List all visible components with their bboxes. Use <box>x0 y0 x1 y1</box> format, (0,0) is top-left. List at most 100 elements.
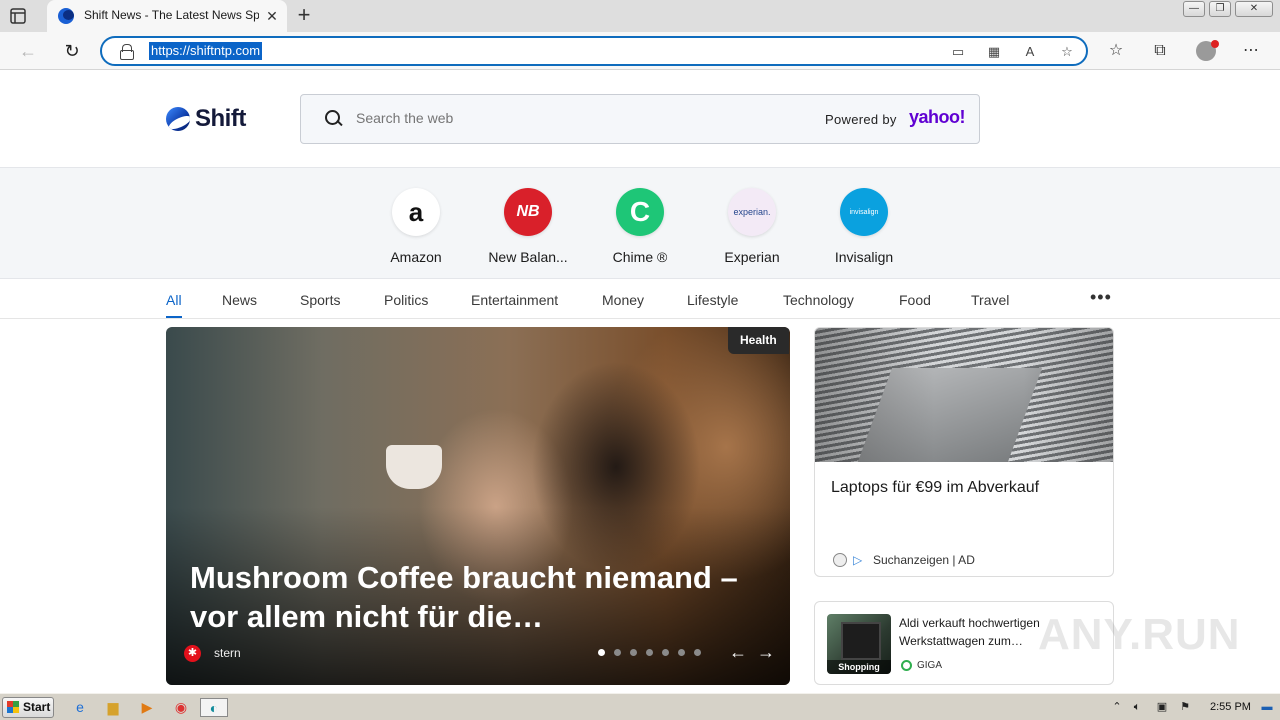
hero-category-badge[interactable]: Health <box>728 327 789 354</box>
carousel-dot[interactable] <box>694 649 701 656</box>
network-icon[interactable]: ▣ <box>1155 700 1169 714</box>
quick-links: a Amazon NB New Balan... C Chime ® exper… <box>0 167 1280 279</box>
add-favorite-icon[interactable]: ☆ <box>1057 42 1077 62</box>
back-icon[interactable]: ← <box>17 40 39 62</box>
quicklink-experian[interactable]: experian. Experian <box>696 168 808 280</box>
browser-tab[interactable]: Shift News - The Latest News Spo ✕ <box>47 0 287 32</box>
address-bar[interactable]: https://shiftntp.com ▭ ▦ A ☆ <box>100 36 1088 66</box>
logo-text: Shift <box>195 105 246 132</box>
ad-choices-icon[interactable]: ▷ <box>853 553 867 567</box>
quicklink-label: Experian <box>724 249 780 265</box>
amazon-icon: a <box>392 188 440 236</box>
read-aloud-icon[interactable]: A <box>1020 42 1040 62</box>
hero-source: stern <box>214 646 241 660</box>
ad-source-icon <box>833 553 847 567</box>
profile-avatar[interactable] <box>1196 40 1219 61</box>
tab-actions-icon[interactable] <box>8 6 28 26</box>
refresh-icon[interactable]: ↻ <box>61 40 83 62</box>
action-center-flag-icon[interactable]: ⚑ <box>1178 700 1192 714</box>
taskbar-clock[interactable]: 2:55 PM <box>1210 701 1251 713</box>
carousel-next-icon[interactable]: → <box>756 642 776 662</box>
tab-news[interactable]: News <box>222 292 257 308</box>
chrome-icon[interactable]: ◉ <box>171 698 191 717</box>
new-tab-button[interactable]: + <box>293 4 315 27</box>
tab-title: Shift News - The Latest News Spo <box>84 8 259 22</box>
ad-card[interactable]: Laptops für €99 im Abverkauf ▷ Suchanzei… <box>814 327 1114 577</box>
favorites-icon[interactable]: ☆ <box>1105 40 1127 62</box>
internet-explorer-icon[interactable]: e <box>70 698 90 717</box>
active-tab-underline <box>166 316 182 318</box>
hero-card[interactable]: Health Mushroom Coffee braucht niemand –… <box>166 327 790 685</box>
ad-image[interactable] <box>815 328 1113 462</box>
shift-favicon-icon <box>58 8 74 24</box>
start-label: Start <box>23 700 51 714</box>
quicklink-label: New Balan... <box>488 249 568 265</box>
close-window-button[interactable]: ✕ <box>1235 1 1273 17</box>
more-categories-icon[interactable]: ••• <box>1090 288 1114 308</box>
carousel-dot[interactable] <box>678 649 685 656</box>
quicklink-label: Amazon <box>390 249 442 265</box>
quicklink-label: Chime ® <box>612 249 668 265</box>
show-desktop-icon[interactable]: ▬ <box>1260 700 1274 714</box>
browser-toolbar: ← ↻ https://shiftntp.com ▭ ▦ A ☆ ☆ ⧉ ⋯ <box>0 32 1280 70</box>
tab-travel[interactable]: Travel <box>971 292 1009 308</box>
yahoo-logo: yahoo! <box>909 107 966 127</box>
stern-logo-icon: ✱ <box>184 645 201 662</box>
tab-all[interactable]: All <box>166 292 182 308</box>
tab-food[interactable]: Food <box>899 292 931 308</box>
experian-icon: experian. <box>728 188 776 236</box>
powered-by-label: Powered by <box>825 112 897 127</box>
search-box[interactable]: Powered by yahoo! <box>300 94 980 144</box>
collections-icon[interactable]: ⧉ <box>1149 40 1171 62</box>
qr-code-icon[interactable]: ▦ <box>984 42 1004 62</box>
news-card-image[interactable]: Shopping <box>827 614 891 674</box>
tab-entertainment[interactable]: Entertainment <box>471 292 558 308</box>
edge-icon[interactable]: ◐ <box>200 698 228 717</box>
carousel-dot[interactable] <box>614 649 621 656</box>
start-button[interactable]: Start <box>2 697 54 718</box>
giga-logo-icon <box>901 660 912 671</box>
carousel-prev-icon[interactable]: ← <box>728 642 748 662</box>
hero-title[interactable]: Mushroom Coffee braucht niemand – vor al… <box>190 558 750 636</box>
tab-technology[interactable]: Technology <box>783 292 854 308</box>
ad-title[interactable]: Laptops für €99 im Abverkauf <box>831 479 1039 497</box>
shift-logo-icon <box>166 107 190 131</box>
news-card-badge: Shopping <box>827 660 891 674</box>
quicklink-invisalign[interactable]: invisalign Invisalign <box>808 168 920 280</box>
restore-button[interactable]: ❐ <box>1209 1 1231 17</box>
hero-image-cup <box>386 445 442 489</box>
news-card-source: GIGA <box>917 660 943 671</box>
quicklink-new-balance[interactable]: NB New Balan... <box>472 168 584 280</box>
show-hidden-icons-icon[interactable]: ⌃ <box>1110 700 1124 714</box>
search-input[interactable] <box>356 110 756 126</box>
browser-tabstrip: Shift News - The Latest News Spo ✕ + — ❐… <box>0 0 1280 32</box>
file-explorer-icon[interactable]: ▆ <box>103 698 123 717</box>
close-tab-icon[interactable]: ✕ <box>263 7 281 25</box>
minimize-button[interactable]: — <box>1183 1 1205 17</box>
app-available-icon[interactable]: ▭ <box>948 42 968 62</box>
url-text[interactable]: https://shiftntp.com <box>149 42 263 60</box>
new-balance-icon: NB <box>504 188 552 236</box>
quicklink-amazon[interactable]: a Amazon <box>360 168 472 280</box>
tab-sports[interactable]: Sports <box>300 292 340 308</box>
chime-icon: C <box>616 188 664 236</box>
volume-icon[interactable]: 🔈︎ <box>1130 700 1144 714</box>
lock-icon[interactable] <box>120 44 134 60</box>
tab-lifestyle[interactable]: Lifestyle <box>687 292 738 308</box>
windows-taskbar: Start e ▆ ▶ ◉ ◐ ⌃ 🔈︎ ▣ ⚑ 2:55 PM ▬ <box>0 693 1280 720</box>
quicklink-chime[interactable]: C Chime ® <box>584 168 696 280</box>
quicklink-label: Invisalign <box>834 249 894 265</box>
invisalign-icon: invisalign <box>840 188 888 236</box>
search-icon[interactable] <box>325 110 343 128</box>
ad-source: Suchanzeigen | AD <box>873 553 975 567</box>
tab-politics[interactable]: Politics <box>384 292 428 308</box>
tab-money[interactable]: Money <box>602 292 644 308</box>
carousel-dot[interactable] <box>598 649 605 656</box>
windows-logo-icon <box>7 701 19 713</box>
category-nav: All News Sports Politics Entertainment M… <box>0 280 1280 319</box>
carousel-dot[interactable] <box>630 649 637 656</box>
more-options-icon[interactable]: ⋯ <box>1240 40 1262 62</box>
carousel-dot[interactable] <box>646 649 653 656</box>
carousel-dot[interactable] <box>662 649 669 656</box>
media-player-icon[interactable]: ▶ <box>137 698 157 717</box>
